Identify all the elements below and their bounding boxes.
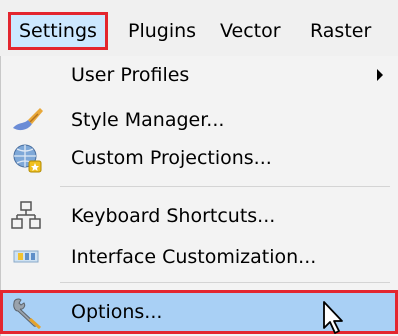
menu-settings[interactable]: Settings — [8, 12, 108, 50]
menu-item-keyboard-shortcuts[interactable]: Keyboard Shortcuts... — [0, 197, 398, 235]
menu-item-style-manager[interactable]: Style Manager... — [0, 101, 398, 139]
mouse-cursor-icon — [323, 301, 343, 334]
wrench-icon — [13, 298, 42, 329]
menu-item-label: Options... — [71, 301, 163, 323]
menu-item-label: Custom Projections... — [71, 147, 272, 169]
interface-customization-icon — [13, 250, 39, 263]
menu-item-label: Keyboard Shortcuts... — [71, 205, 276, 227]
menu-item-label: Interface Customization... — [71, 246, 317, 268]
paintbrush-icon — [13, 108, 43, 131]
globe-star-icon — [13, 144, 42, 173]
menu-item-label: Style Manager... — [71, 109, 225, 131]
menu-raster[interactable]: Raster — [302, 12, 379, 50]
menu-separator — [60, 282, 390, 283]
shortcut-tree-icon — [11, 201, 41, 229]
menu-plugins-label: Plugins — [128, 20, 197, 42]
menu-separator — [60, 186, 390, 187]
menu-settings-label: Settings — [19, 20, 97, 42]
menu-item-label: User Profiles — [71, 64, 190, 86]
menu-bar: Settings Plugins Vector Raster — [0, 0, 398, 56]
menu-vector[interactable]: Vector — [212, 12, 289, 50]
menu-item-user-profiles[interactable]: User Profiles — [0, 56, 398, 94]
menu-item-custom-projections[interactable]: Custom Projections... — [0, 139, 398, 177]
menu-item-interface-customization[interactable]: Interface Customization... — [0, 238, 398, 276]
submenu-arrow-icon — [377, 69, 383, 81]
menu-raster-label: Raster — [310, 20, 372, 42]
menu-vector-label: Vector — [220, 20, 281, 42]
menu-plugins[interactable]: Plugins — [120, 12, 204, 50]
